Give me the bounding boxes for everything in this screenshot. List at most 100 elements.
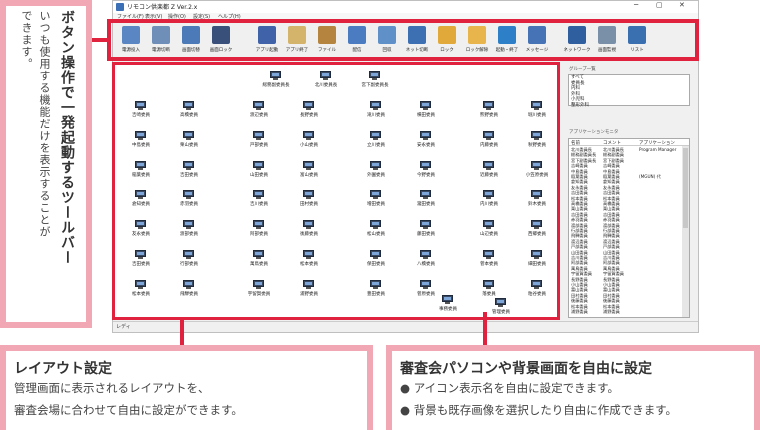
group-list[interactable]: すべて 委員長 内科 外科 小児科 整形外科 xyxy=(568,74,690,109)
computer-node[interactable]: 事務委員 xyxy=(430,295,466,317)
toolbar-button[interactable]: 画面監視 xyxy=(593,25,621,55)
computer-node[interactable]: 宇留賀委員 xyxy=(241,280,277,302)
computer-node[interactable]: 渡部委員 xyxy=(171,220,207,242)
computer-node[interactable]: 山辺委員 xyxy=(471,220,507,242)
computer-node[interactable]: 阿部委員 xyxy=(241,220,277,242)
computer-node[interactable]: 吉田委員 xyxy=(123,250,159,272)
computer-node[interactable]: 今野委員 xyxy=(408,161,444,183)
group-item[interactable]: 整形外科 xyxy=(569,103,689,109)
computer-node[interactable]: 堀川委員 xyxy=(519,101,555,123)
computer-icon xyxy=(303,250,314,260)
status-bar: レディ xyxy=(113,321,698,331)
toolbar-button[interactable]: アプリ起動 xyxy=(253,25,281,55)
computer-node[interactable]: 熊野委員 xyxy=(471,101,507,123)
computer-icon xyxy=(531,131,542,141)
computer-node[interactable]: 小山委員 xyxy=(291,131,327,153)
computer-node[interactable]: 総務副委員長 xyxy=(258,71,294,93)
computer-node[interactable]: 立川委員 xyxy=(358,131,394,153)
computer-node[interactable]: 管理委員 xyxy=(483,298,519,320)
computer-node[interactable]: 瀧田委員 xyxy=(408,190,444,212)
computer-icon xyxy=(183,250,194,260)
minimize-button[interactable]: ─ xyxy=(634,1,638,9)
computer-node[interactable]: 友永委員 xyxy=(123,220,159,242)
computer-node[interactable]: 富山委員 xyxy=(291,161,327,183)
column-header-comment[interactable]: コメント xyxy=(603,140,621,146)
computer-node[interactable]: 栗山委員 xyxy=(171,131,207,153)
computer-node[interactable]: 松山委員 xyxy=(358,220,394,242)
computer-node[interactable]: 萬鳥委員 xyxy=(241,250,277,272)
computer-node[interactable]: 長野委員 xyxy=(291,101,327,123)
toolbar-button[interactable]: 起動・終了 xyxy=(493,25,521,55)
computer-node[interactable]: 内川委員 xyxy=(471,190,507,212)
computer-node[interactable]: 吉崎委員 xyxy=(123,101,159,123)
computer-node[interactable]: 西郷委員 xyxy=(519,220,555,242)
toolbar-button[interactable]: 電源切断 xyxy=(147,25,175,55)
computer-node[interactable]: 外園委員 xyxy=(358,161,394,183)
computer-node[interactable]: 吉川委員 xyxy=(241,190,277,212)
computer-node[interactable]: 飛騨委員 xyxy=(171,280,207,302)
computer-node[interactable]: 渡辺委員 xyxy=(241,101,277,123)
computer-node[interactable]: 菅本委員 xyxy=(471,250,507,272)
toolbar-button[interactable]: ロック xyxy=(433,25,461,55)
computer-node[interactable]: 小笠原委員 xyxy=(519,161,555,183)
toolbar-button[interactable]: 画面切替 xyxy=(177,25,205,55)
computer-node[interactable]: 行部委員 xyxy=(171,250,207,272)
screen-watch-icon xyxy=(598,26,616,44)
monitor-scrollbar[interactable] xyxy=(682,146,689,317)
computer-node[interactable]: 赤羽委員 xyxy=(171,190,207,212)
computer-node[interactable]: 滝川委員 xyxy=(358,101,394,123)
computer-node[interactable]: 稲葉委員 xyxy=(123,161,159,183)
computer-node[interactable]: 保田委員 xyxy=(358,250,394,272)
toolbar-button[interactable]: リスト xyxy=(623,25,651,55)
maximize-button[interactable]: ▢ xyxy=(656,1,663,9)
computer-icon xyxy=(303,131,314,141)
monitor-scrollbar-thumb[interactable] xyxy=(683,148,688,228)
toolbar-button[interactable]: ネット切断 xyxy=(403,25,431,55)
computer-node[interactable]: 増田委員 xyxy=(358,190,394,212)
toolbar-button[interactable]: 配信 xyxy=(343,25,371,55)
close-button[interactable]: ✕ xyxy=(679,1,685,9)
computer-node[interactable]: 横田委員 xyxy=(408,101,444,123)
toolbar-button[interactable]: アプリ終了 xyxy=(283,25,311,55)
layout-callout-body: レイアウト設定 管理画面に表示されるレイアウトを、 審査会場に合わせて自由に設定… xyxy=(6,351,367,430)
computer-node[interactable]: 藤田委員 xyxy=(408,220,444,242)
background-connector-line xyxy=(483,312,487,345)
computer-node[interactable]: 八橋委員 xyxy=(408,250,444,272)
computer-node[interactable]: 山田委員 xyxy=(241,161,277,183)
toolbar-button[interactable]: 電源投入 xyxy=(117,25,145,55)
computer-node[interactable]: 田村委員 xyxy=(291,190,327,212)
computer-node[interactable]: 近藤委員 xyxy=(471,161,507,183)
computer-node[interactable]: 粕谷委員 xyxy=(519,280,555,302)
toolbar-button[interactable]: 回収 xyxy=(373,25,401,55)
column-header-name[interactable]: 名前 xyxy=(571,140,580,146)
computer-node[interactable]: 中島委員 xyxy=(123,131,159,153)
toolbar-button-label: 画面ロック xyxy=(209,48,233,53)
toolbar-button[interactable]: ロック解除 xyxy=(463,25,491,55)
computer-node[interactable]: 松本委員 xyxy=(291,250,327,272)
computer-icon xyxy=(303,161,314,171)
computer-node[interactable]: 宮下副委員長 xyxy=(357,71,393,93)
computer-node[interactable]: 細田委員 xyxy=(519,250,555,272)
computer-node[interactable]: 高橋委員 xyxy=(171,101,207,123)
computer-node[interactable]: 松本委員 xyxy=(123,280,159,302)
computer-node[interactable]: 後藤委員 xyxy=(291,220,327,242)
computer-node[interactable]: 鈴木委員 xyxy=(519,190,555,212)
computer-icon xyxy=(303,280,314,290)
toolbar-button[interactable]: ファイル xyxy=(313,25,341,55)
toolbar-callout: ボタン操作で一発起動するツールバー いつも使用する機能だけを表示することが でき… xyxy=(0,0,92,328)
computer-node[interactable]: 豊田委員 xyxy=(358,280,394,302)
computer-node[interactable]: 内藤委員 xyxy=(471,131,507,153)
computer-node[interactable]: 戸部委員 xyxy=(241,131,277,153)
toolbar-button[interactable]: メッセージ xyxy=(523,25,551,55)
computer-icon xyxy=(483,280,494,290)
computer-node[interactable]: 安永委員 xyxy=(408,131,444,153)
toolbar-button[interactable]: 画面ロック xyxy=(207,25,235,55)
column-header-application[interactable]: アプリケーション xyxy=(639,140,675,146)
computer-node[interactable]: 北川委員長 xyxy=(308,71,344,93)
toolbar-button[interactable]: ネットワーク xyxy=(563,25,591,55)
computer-node[interactable]: 倉知委員 xyxy=(123,190,159,212)
computer-label: 秋野委員 xyxy=(528,143,546,148)
computer-node[interactable]: 秋野委員 xyxy=(519,131,555,153)
computer-node[interactable]: 浦野委員 xyxy=(291,280,327,302)
computer-node[interactable]: 吉田委員 xyxy=(171,161,207,183)
